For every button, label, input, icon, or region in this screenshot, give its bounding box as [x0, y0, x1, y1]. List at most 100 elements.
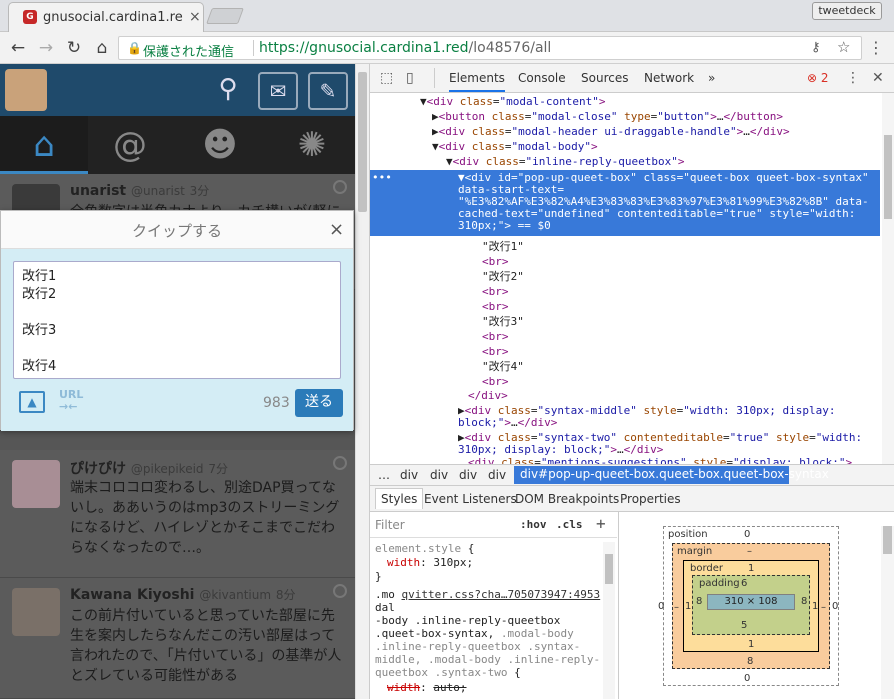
- dom-node[interactable]: <br>: [482, 299, 509, 314]
- breadcrumb-item[interactable]: div: [459, 468, 477, 482]
- css-selector[interactable]: element.style {: [375, 542, 474, 555]
- breadcrumb-item[interactable]: …: [378, 468, 390, 482]
- user-avatar[interactable]: [5, 69, 47, 111]
- image-upload-icon[interactable]: ▲: [19, 391, 45, 413]
- expand-icon[interactable]: [333, 584, 347, 598]
- box-model-scrollbar[interactable]: [881, 526, 894, 699]
- dom-node[interactable]: <br>: [482, 329, 509, 344]
- tab-console[interactable]: Console: [518, 71, 566, 85]
- inspect-icon[interactable]: ⬚: [380, 70, 393, 86]
- dom-node[interactable]: ▶<button class="modal-close" type="butto…: [432, 109, 783, 124]
- expand-icon[interactable]: [333, 180, 347, 194]
- address-bar[interactable]: 🔒 保護された通信 https://gnusocial.cardina1.red…: [118, 36, 862, 60]
- css-declaration[interactable]: width: 310px;: [387, 556, 473, 569]
- elements-scrollbar[interactable]: [882, 93, 894, 464]
- author-name[interactable]: ぴけぴけ @pikepikeid 7分: [70, 458, 228, 478]
- dom-node[interactable]: <div class="mentions-suggestions" style=…: [468, 455, 852, 464]
- dom-node[interactable]: ▼<div class="inline-reply-queetbox">: [446, 154, 684, 169]
- reload-button[interactable]: ↻: [64, 38, 84, 58]
- styles-filter-input[interactable]: Filter: [375, 518, 405, 532]
- post-text: 端末コロコロ変わるし、別途DAP買ってないし。ああいうのはmp3のストリーミング…: [70, 480, 340, 556]
- elements-tree[interactable]: ▼<div class="modal-content"> ▶<button cl…: [370, 93, 884, 464]
- scrollbar-thumb[interactable]: [884, 135, 892, 219]
- dom-node[interactable]: <br>: [482, 374, 509, 389]
- profile-button[interactable]: tweetdeck: [812, 2, 882, 20]
- home-button[interactable]: ⌂: [92, 38, 112, 58]
- device-toolbar-icon[interactable]: ▯: [406, 70, 414, 86]
- public-icon[interactable]: ✺: [282, 124, 342, 166]
- timeline-item[interactable]: ぴけぴけ @pikepikeid 7分 端末コロコロ変わるし、別途DAP買ってな…: [0, 450, 355, 578]
- margin-left: –: [674, 602, 679, 613]
- forward-button[interactable]: →: [36, 38, 56, 58]
- dom-node[interactable]: <br>: [482, 344, 509, 359]
- tab-dom-breakpoints[interactable]: DOM Breakpoints: [515, 492, 619, 506]
- close-icon[interactable]: ×: [329, 219, 344, 240]
- hover-state-toggle[interactable]: :hov: [520, 518, 547, 531]
- author-name[interactable]: unarist @unarist 3分: [70, 182, 209, 199]
- modal-header[interactable]: クイップする ×: [1, 211, 353, 249]
- dom-text[interactable]: "改行4": [482, 359, 524, 374]
- new-tab-button[interactable]: [206, 8, 244, 24]
- breadcrumb-item[interactable]: div: [488, 468, 506, 482]
- tab-event-listeners[interactable]: Event Listeners: [424, 492, 517, 506]
- more-tabs-icon[interactable]: »: [708, 71, 715, 85]
- dom-node[interactable]: ▶<div class="modal-header ui-draggable-h…: [432, 124, 790, 139]
- mentions-icon[interactable]: @: [100, 124, 160, 166]
- styles-scrollbar[interactable]: [603, 542, 615, 699]
- tab-network[interactable]: Network: [644, 71, 694, 85]
- dom-text[interactable]: "改行2": [482, 269, 524, 284]
- page-scrollbar[interactable]: [355, 64, 369, 699]
- position-label: position: [668, 529, 708, 540]
- dom-node[interactable]: ▼<div class="modal-content">: [420, 94, 605, 109]
- error-count[interactable]: ⊗ 2: [807, 71, 829, 85]
- shorten-url-icon[interactable]: URL →←: [59, 389, 83, 413]
- url-label: URL: [59, 388, 84, 401]
- profile-icon[interactable]: ☻: [190, 124, 250, 166]
- padding-right: 8: [801, 596, 808, 607]
- messages-icon[interactable]: ✉: [258, 72, 298, 110]
- expand-icon[interactable]: [333, 456, 347, 470]
- new-rule-icon[interactable]: +: [596, 514, 606, 533]
- avatar[interactable]: [12, 460, 60, 508]
- css-declaration[interactable]: width: auto;: [387, 681, 467, 694]
- modal-title: クイップする: [131, 222, 222, 240]
- devtools-close-icon[interactable]: ✕: [872, 70, 884, 86]
- dom-text[interactable]: "改行1": [482, 239, 524, 254]
- breadcrumb-selected[interactable]: div#pop-up-queet-box.queet-box.queet-box…: [514, 466, 829, 484]
- dom-node[interactable]: <br>: [482, 284, 509, 299]
- compose-icon[interactable]: ✎: [308, 72, 348, 110]
- dom-node[interactable]: </div>: [468, 388, 508, 403]
- breadcrumb: … div div div div div#pop-up-queet-box.q…: [370, 464, 894, 486]
- class-toggle[interactable]: .cls: [556, 518, 583, 531]
- tab-properties[interactable]: Properties: [620, 492, 681, 506]
- scrollbar-thumb[interactable]: [883, 526, 892, 554]
- tab-close-icon[interactable]: ×: [189, 9, 201, 25]
- breadcrumb-item[interactable]: div: [430, 468, 448, 482]
- scrollbar-thumb[interactable]: [605, 554, 613, 584]
- tab-sources[interactable]: Sources: [581, 71, 628, 85]
- dom-node[interactable]: ▼<div class="modal-body">: [432, 139, 598, 154]
- dom-node[interactable]: <br>: [482, 254, 509, 269]
- back-button[interactable]: ←: [8, 38, 28, 58]
- author-name[interactable]: Kawana Kiyoshi @kivantium 8分: [70, 586, 296, 603]
- dom-text[interactable]: "改行3": [482, 314, 524, 329]
- timeline-item[interactable]: Kawana Kiyoshi @kivantium 8分 この前片付いていると思…: [0, 578, 355, 699]
- browser-tab[interactable]: G gnusocial.cardina1.red ×: [8, 2, 204, 32]
- avatar[interactable]: [12, 588, 60, 636]
- send-button[interactable]: 送る: [295, 389, 343, 417]
- queet-textbox[interactable]: 改行1 改行2 改行3 改行4: [13, 261, 341, 379]
- browser-menu-icon[interactable]: ⋮: [868, 38, 884, 57]
- search-icon[interactable]: ⚲: [208, 72, 248, 110]
- css-selector[interactable]: .mo qvitter.css?cha…705073947:4953: [375, 588, 600, 601]
- nav-home[interactable]: ⌂: [0, 116, 88, 174]
- scrollbar-thumb[interactable]: [358, 72, 367, 212]
- bookmark-star-icon[interactable]: ☆: [837, 38, 850, 56]
- selected-dom-node[interactable]: ••• ▼<div id="pop-up-queet-box" class="q…: [370, 170, 880, 236]
- divider: [253, 40, 254, 56]
- tab-elements[interactable]: Elements: [449, 71, 505, 92]
- tab-styles[interactable]: Styles: [375, 488, 424, 509]
- margin-bottom: 8: [747, 656, 754, 667]
- key-icon[interactable]: ⚷: [811, 40, 821, 55]
- breadcrumb-item[interactable]: div: [400, 468, 418, 482]
- devtools-menu-icon[interactable]: ⋮: [846, 70, 860, 86]
